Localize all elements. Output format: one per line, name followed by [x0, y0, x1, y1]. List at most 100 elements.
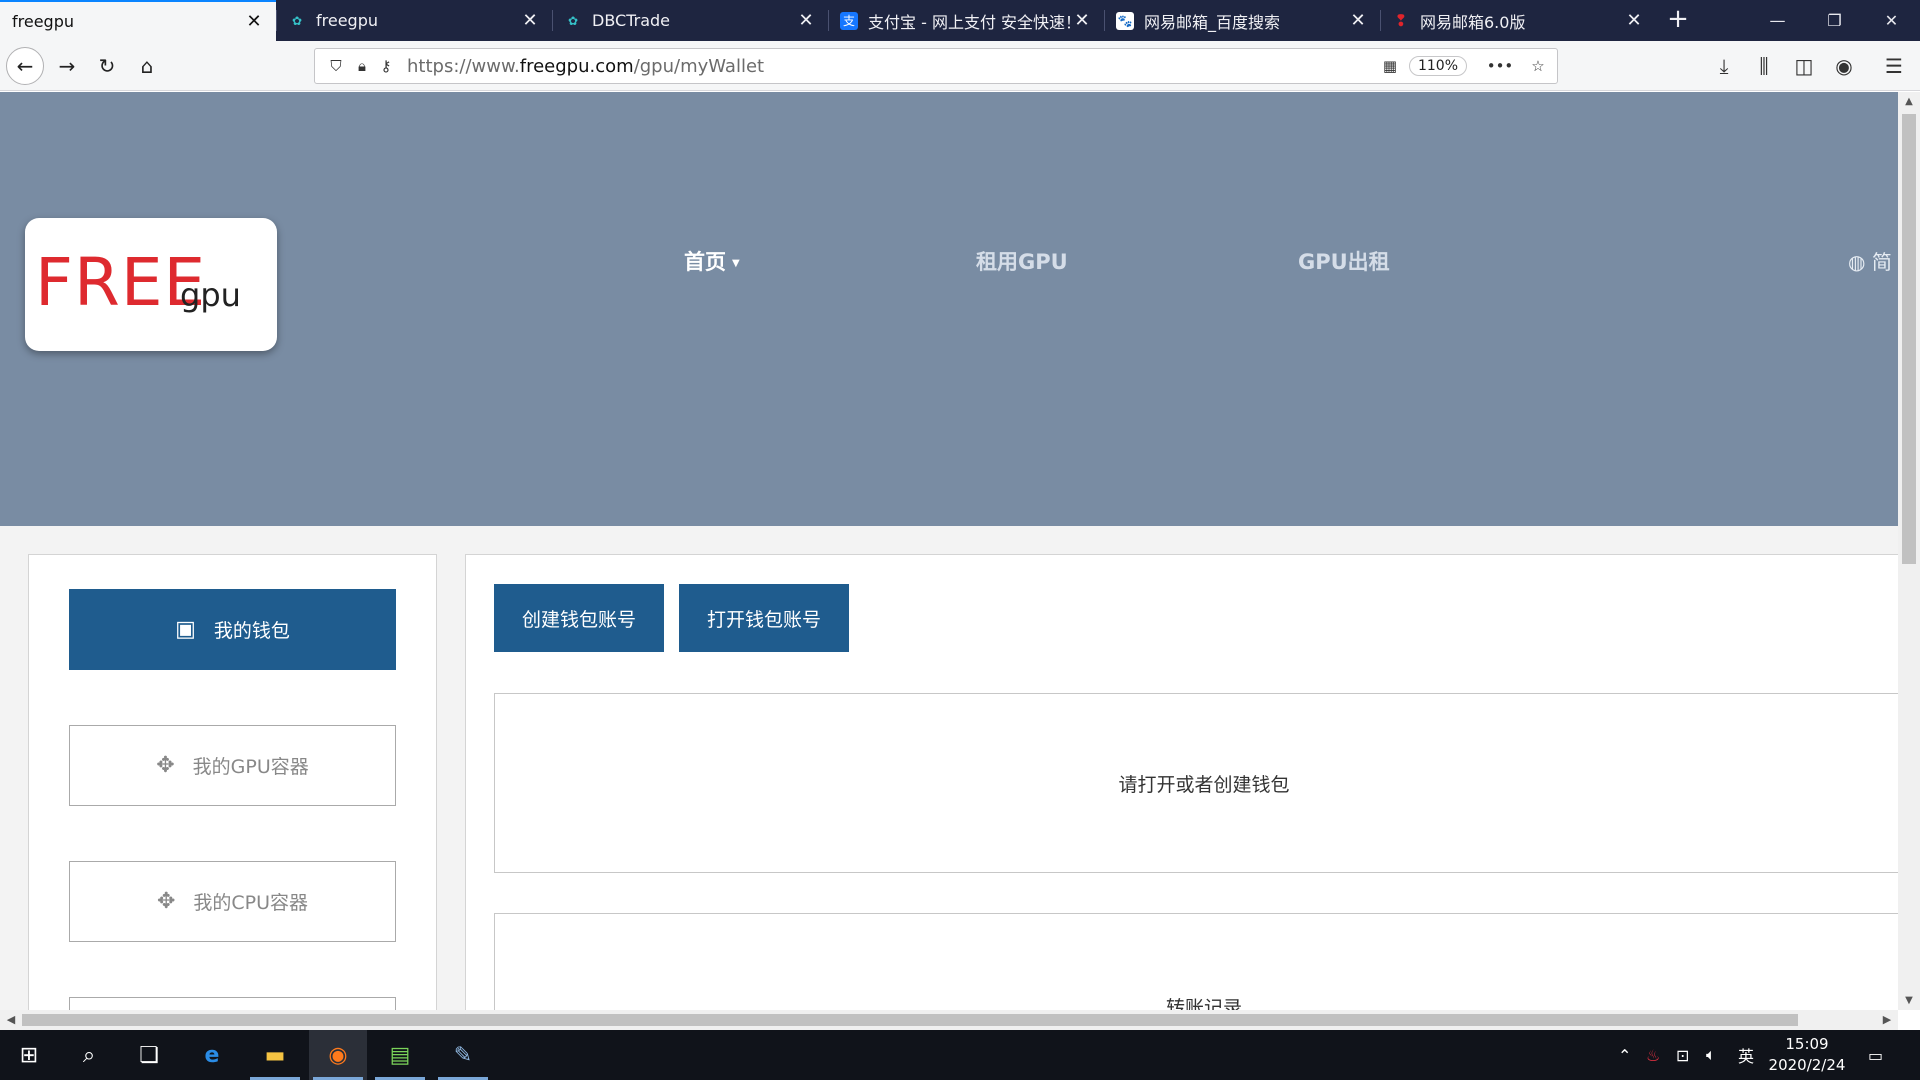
- clock-date: 2020/2/24: [1768, 1056, 1846, 1074]
- task-view-icon[interactable]: ❏: [120, 1030, 178, 1080]
- close-window-icon[interactable]: ✕: [1863, 0, 1920, 41]
- site-logo[interactable]: FREE gpu: [25, 218, 277, 351]
- my-gpu-container-label: 我的GPU容器: [192, 756, 309, 778]
- my-cpu-container-label: 我的CPU容器: [193, 892, 309, 914]
- qr-code-icon[interactable]: ▦: [1379, 55, 1401, 77]
- close-tab-icon[interactable]: ✕: [520, 10, 540, 31]
- my-wallet-label: 我的钱包: [213, 620, 290, 642]
- downloads-icon[interactable]: ⤓: [1705, 47, 1743, 85]
- notifications-icon[interactable]: ▭: [1868, 1030, 1883, 1080]
- browser-tab-strip: freegpu ✕ ✿ freegpu ✕ ✿ DBCTrade ✕ 支 支付宝…: [0, 0, 1920, 41]
- nodes-icon: ✥: [156, 889, 176, 914]
- shield-icon[interactable]: ⛉: [325, 55, 347, 77]
- windows-start-icon[interactable]: ⊞: [0, 1030, 58, 1080]
- sidebar-toggle-icon[interactable]: ◫: [1785, 47, 1823, 85]
- wallet-prompt-text: 请打开或者创建钱包: [1118, 773, 1290, 796]
- nav-home-label: 首页: [684, 250, 726, 274]
- vertical-scroll-thumb[interactable]: [1902, 114, 1916, 564]
- lock-icon[interactable]: 🔒︎: [351, 55, 373, 77]
- tab-baidu-search[interactable]: 🐾 网易邮箱_百度搜索 ✕: [1104, 0, 1380, 41]
- network-icon[interactable]: ⊡: [1676, 1030, 1689, 1080]
- tab-dbctrade[interactable]: ✿ DBCTrade ✕: [552, 0, 828, 41]
- minimize-icon[interactable]: —: [1749, 0, 1806, 41]
- my-wallet-button[interactable]: ▣ 我的钱包: [69, 589, 396, 670]
- bookmark-star-icon[interactable]: ☆: [1527, 55, 1549, 77]
- scroll-right-icon[interactable]: ▶: [1876, 1010, 1898, 1030]
- url-prefix: https://www.: [407, 55, 520, 77]
- paint-icon[interactable]: ✎: [434, 1030, 492, 1080]
- account-icon[interactable]: ◉: [1825, 47, 1863, 85]
- nav-rent-gpu[interactable]: 租用GPU: [976, 246, 1068, 276]
- brain-icon: ✿: [291, 13, 303, 28]
- close-tab-icon[interactable]: ✕: [1624, 10, 1644, 31]
- url-text[interactable]: https://www.freegpu.com/gpu/myWallet: [407, 56, 1369, 77]
- task-manager-icon[interactable]: ▤: [371, 1030, 429, 1080]
- scroll-up-icon[interactable]: ▲: [1898, 96, 1920, 107]
- tab-title: freegpu: [316, 11, 378, 30]
- window-controls: — ❐ ✕: [1749, 0, 1920, 41]
- transfer-history-title: 转账记录: [1165, 997, 1242, 1010]
- language-switcher[interactable]: ◍ 简: [1848, 246, 1892, 275]
- wallet-panel: 创建钱包账号 打开钱包账号 请打开或者创建钱包 转账记录: [465, 554, 1898, 1010]
- alipay-icon: 支: [840, 11, 858, 30]
- new-tab-button[interactable]: +: [1656, 0, 1700, 41]
- reload-icon[interactable]: ↻: [88, 47, 126, 85]
- caret-down-icon: ▼: [732, 257, 740, 269]
- baidu-icon: 🐾: [1116, 11, 1134, 30]
- globe-icon: ◍: [1848, 250, 1866, 274]
- my-cpu-container-button[interactable]: ✥ 我的CPU容器: [69, 861, 396, 942]
- vertical-scrollbar[interactable]: ▲ ▼: [1898, 92, 1920, 1010]
- tab-title: freegpu: [12, 12, 74, 31]
- brain-icon: ✿: [567, 13, 579, 28]
- restore-icon[interactable]: ❐: [1806, 0, 1863, 41]
- tray-app-icon[interactable]: ♨: [1646, 1030, 1660, 1080]
- close-tab-icon[interactable]: ✕: [1072, 10, 1092, 31]
- scroll-left-icon[interactable]: ◀: [0, 1010, 22, 1030]
- back-arrow-icon[interactable]: ←: [6, 47, 44, 85]
- scroll-down-icon[interactable]: ▼: [1898, 995, 1920, 1006]
- volume-muted-icon[interactable]: 🔈︎: [1706, 1030, 1716, 1080]
- windows-taskbar: ⊞ ⌕ ❏ e ▬ ◉ ▤ ✎ ⌃ ♨ ⊡ 🔈︎ 英 15:09 2020/2/…: [0, 1030, 1920, 1080]
- netease-icon: ❢: [1394, 11, 1408, 30]
- library-icon[interactable]: ⫼: [1745, 47, 1783, 85]
- nav-gpu-lease[interactable]: GPU出租: [1298, 246, 1390, 276]
- search-icon[interactable]: ⌕: [60, 1030, 118, 1080]
- close-tab-icon[interactable]: ✕: [244, 11, 264, 32]
- key-icon[interactable]: ⚷: [375, 55, 397, 77]
- home-icon[interactable]: ⌂: [128, 47, 166, 85]
- clock-time: 15:09: [1785, 1035, 1829, 1053]
- close-tab-icon[interactable]: ✕: [1348, 10, 1368, 31]
- open-wallet-button[interactable]: 打开钱包账号: [679, 584, 849, 652]
- tab-netease-mail[interactable]: ❢ 网易邮箱6.0版 ✕: [1380, 0, 1656, 41]
- ime-indicator[interactable]: 英: [1738, 1030, 1754, 1080]
- browser-nav-bar: ← → ↻ ⌂ ⛉ 🔒︎ ⚷ https://www.freegpu.com/g…: [0, 41, 1920, 91]
- tab-title: 支付宝 - 网上支付 安全快速！: [868, 12, 1072, 32]
- close-tab-icon[interactable]: ✕: [796, 10, 816, 31]
- site-header: FREE gpu 首页 ▼ 租用GPU GPU出租 ◍ 简: [0, 92, 1898, 526]
- tab-alipay[interactable]: 支 支付宝 - 网上支付 安全快速！ ✕: [828, 0, 1104, 41]
- forward-arrow-icon[interactable]: →: [48, 47, 86, 85]
- wallet-info-box: 请打开或者创建钱包: [494, 693, 1898, 873]
- tab-freegpu[interactable]: ✿ freegpu ✕: [276, 0, 552, 41]
- sidebar-next-button[interactable]: [69, 997, 396, 1010]
- language-label: 简: [1871, 250, 1892, 274]
- tab-title: 网易邮箱6.0版: [1420, 12, 1526, 32]
- address-bar[interactable]: ⛉ 🔒︎ ⚷ https://www.freegpu.com/gpu/myWal…: [314, 48, 1558, 84]
- horizontal-scroll-thumb[interactable]: [22, 1014, 1798, 1026]
- system-clock[interactable]: 15:09 2020/2/24: [1765, 1034, 1849, 1076]
- tray-overflow-icon[interactable]: ⌃: [1618, 1030, 1631, 1080]
- hamburger-menu-icon[interactable]: ☰: [1875, 47, 1913, 85]
- internet-explorer-icon[interactable]: e: [183, 1030, 241, 1080]
- zoom-level-badge[interactable]: 110%: [1408, 56, 1467, 76]
- my-gpu-container-button[interactable]: ✥ 我的GPU容器: [69, 725, 396, 806]
- tab-title: 网易邮箱_百度搜索: [1144, 12, 1281, 32]
- page-actions-more-icon[interactable]: •••: [1487, 55, 1514, 77]
- firefox-icon[interactable]: ◉: [309, 1030, 367, 1080]
- create-wallet-button[interactable]: 创建钱包账号: [494, 584, 664, 652]
- url-path: /gpu/myWallet: [633, 55, 765, 77]
- transfer-history-box: 转账记录: [494, 913, 1898, 1010]
- file-explorer-icon[interactable]: ▬: [246, 1030, 304, 1080]
- tab-freegpu-active[interactable]: freegpu ✕: [0, 0, 276, 41]
- horizontal-scrollbar[interactable]: ◀ ▶: [0, 1010, 1898, 1030]
- nav-home[interactable]: 首页 ▼: [684, 246, 740, 276]
